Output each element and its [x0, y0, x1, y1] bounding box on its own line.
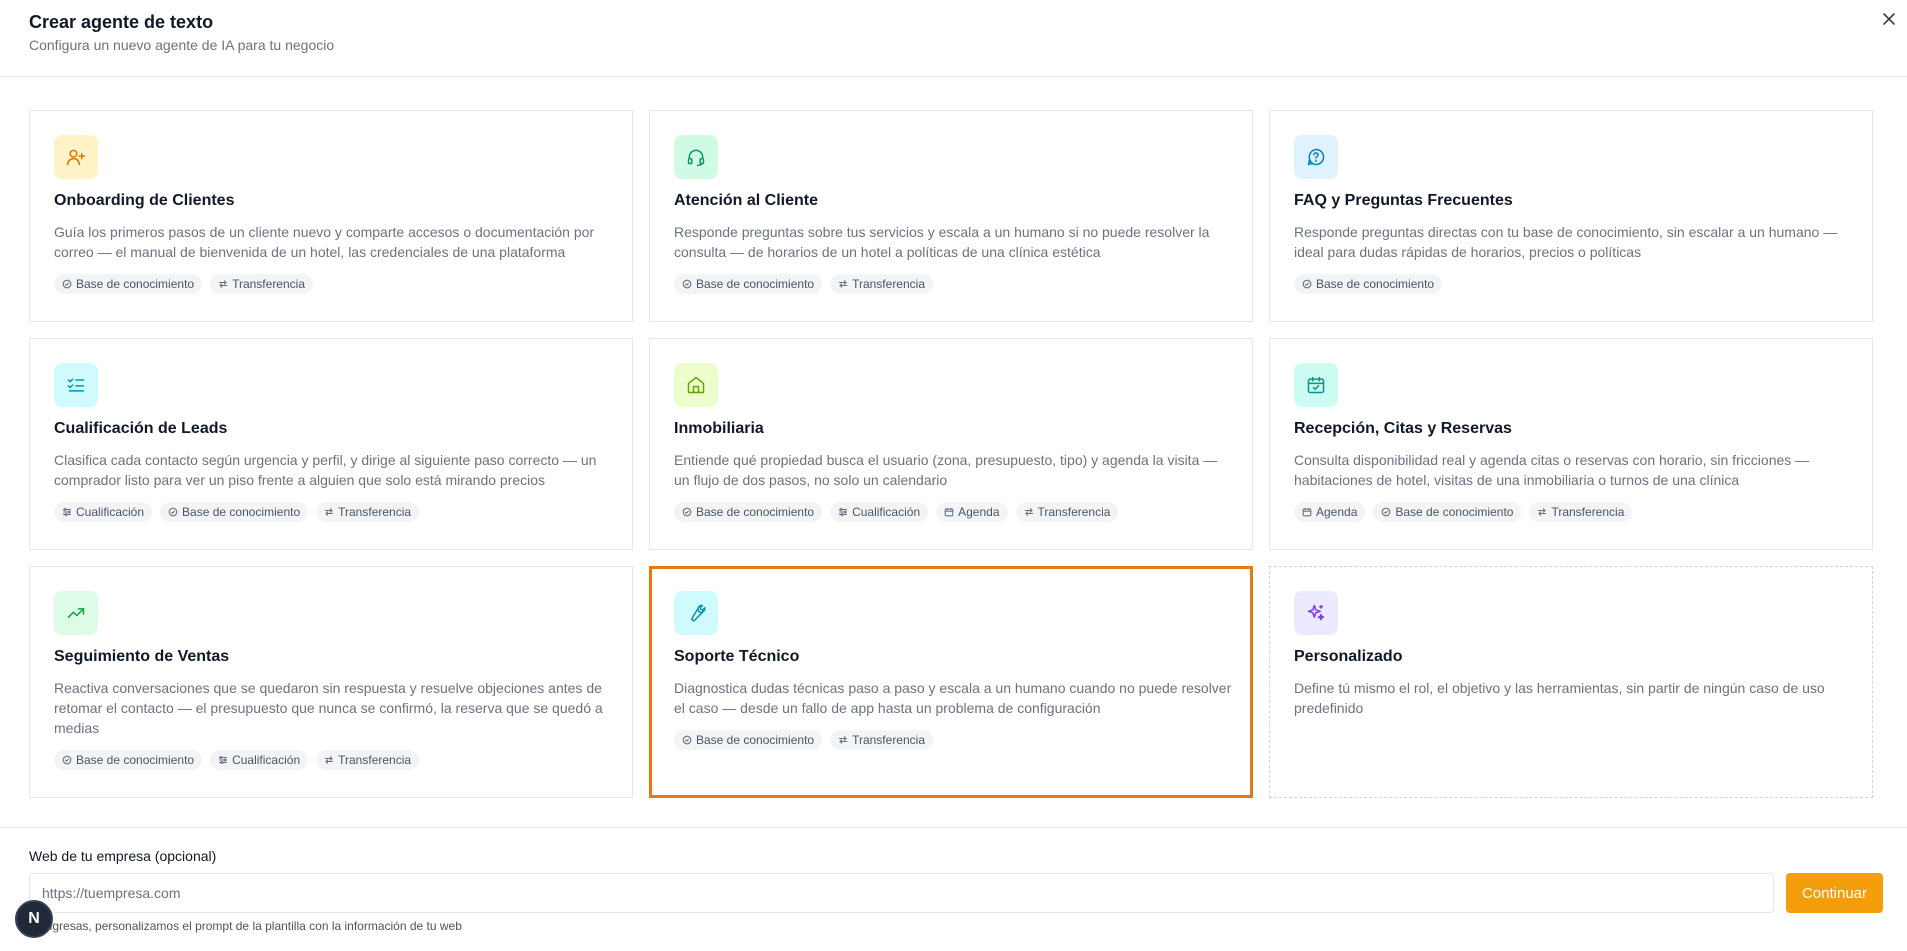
list-checks-icon	[54, 363, 98, 407]
dialog-subtitle: Configura un nuevo agente de IA para tu …	[29, 37, 335, 53]
sliders-icon	[838, 507, 848, 517]
tag-transfer: Transferencia	[830, 274, 933, 294]
shield-check-icon	[168, 507, 178, 517]
dialog-header: Crear agente de texto Configura un nuevo…	[0, 0, 1907, 77]
card-tags: Base de conocimiento	[1294, 274, 1848, 294]
card-title: Atención al Cliente	[674, 192, 819, 209]
web-label: Web de tu empresa (opcional)	[29, 848, 217, 864]
close-button[interactable]	[1878, 8, 1900, 30]
dialog-title: Crear agente de texto	[29, 12, 214, 32]
arrows-swap-icon	[324, 755, 334, 765]
home-icon	[674, 363, 718, 407]
sliders-icon	[62, 507, 72, 517]
tag-transfer: Transferencia	[1015, 502, 1119, 522]
card-description: Entiende qué propiedad busca el usuario …	[674, 452, 1218, 488]
card-title: Onboarding de Clientes	[54, 192, 235, 209]
shield-check-icon	[1381, 507, 1391, 517]
template-card-custom[interactable]: Personalizado Define tú mismo el rol, el…	[1269, 566, 1873, 798]
card-description: Clasifica cada contacto según urgencia y…	[54, 452, 597, 488]
shield-check-icon	[682, 735, 692, 745]
tag-knowledge-base: Base de conocimiento	[1373, 502, 1522, 522]
wrench-icon	[674, 591, 718, 635]
arrows-swap-icon	[1537, 507, 1547, 517]
shield-check-icon	[682, 279, 692, 289]
card-description: Responde preguntas directas con tu base …	[1294, 224, 1838, 260]
tag-agenda: Agenda	[1294, 502, 1366, 522]
template-card-sales-followup[interactable]: Seguimiento de Ventas Reactiva conversac…	[29, 566, 633, 798]
card-description: Guía los primeros pasos de un cliente nu…	[54, 224, 595, 260]
tag-transfer: Transferencia	[830, 730, 933, 750]
shield-check-icon	[62, 279, 72, 289]
card-title: Recepción, Citas y Reservas	[1294, 420, 1512, 437]
card-tags: Base de conocimiento Cualificación Trans…	[54, 750, 608, 770]
trending-up-icon	[54, 591, 98, 635]
continue-button[interactable]: Continuar	[1786, 873, 1883, 913]
card-tags: Cualificación Base de conocimiento Trans…	[54, 502, 608, 522]
template-card-customer-service[interactable]: Atención al Cliente Responde preguntas s…	[649, 110, 1253, 322]
card-title: Seguimiento de Ventas	[54, 648, 230, 665]
card-tags: Agenda Base de conocimiento Transferenci…	[1294, 502, 1848, 522]
tag-knowledge-base: Base de conocimiento	[54, 750, 203, 770]
card-title: Personalizado	[1294, 648, 1403, 665]
arrows-swap-icon	[218, 279, 228, 289]
tag-transfer: Transferencia	[316, 750, 420, 770]
web-url-input[interactable]	[29, 873, 1774, 913]
calendar-icon	[1302, 507, 1312, 517]
card-tags: Base de conocimiento Cualificación Agend…	[674, 502, 1228, 522]
card-description: Consulta disponibilidad real y agenda ci…	[1294, 452, 1810, 488]
tag-qualification: Cualificación	[210, 750, 309, 770]
tag-qualification: Cualificación	[54, 502, 153, 522]
template-card-faq[interactable]: FAQ y Preguntas Frecuentes Responde preg…	[1269, 110, 1873, 322]
web-hint: Si ingresas, personalizamos el prompt de…	[29, 919, 462, 933]
headset-icon	[674, 135, 718, 179]
calendar-icon	[944, 507, 954, 517]
tag-knowledge-base: Base de conocimiento	[674, 730, 823, 750]
template-card-onboarding[interactable]: Onboarding de Clientes Guía los primeros…	[29, 110, 633, 322]
help-circle-icon	[1294, 135, 1338, 179]
card-description: Responde preguntas sobre tus servicios y…	[674, 224, 1210, 260]
card-description: Define tú mismo el rol, el objetivo y la…	[1294, 680, 1825, 716]
template-card-lead-qualification[interactable]: Cualificación de Leads Clasifica cada co…	[29, 338, 633, 550]
tag-transfer: Transferencia	[316, 502, 420, 522]
template-card-tech-support[interactable]: Soporte Técnico Diagnostica dudas técnic…	[649, 566, 1253, 798]
tag-agenda: Agenda	[936, 502, 1008, 522]
template-card-reception[interactable]: Recepción, Citas y Reservas Consulta dis…	[1269, 338, 1873, 550]
user-plus-icon	[54, 135, 98, 179]
calendar-check-icon	[1294, 363, 1338, 407]
card-tags: Base de conocimiento Transferencia	[54, 274, 608, 294]
sliders-icon	[218, 755, 228, 765]
tag-qualification: Cualificación	[830, 502, 929, 522]
arrows-swap-icon	[1024, 507, 1034, 517]
card-description: Diagnostica dudas técnicas paso a paso y…	[674, 680, 1232, 716]
shield-check-icon	[682, 507, 692, 517]
close-icon	[1883, 13, 1895, 25]
sparkles-icon	[1294, 591, 1338, 635]
tag-transfer: Transferencia	[1529, 502, 1633, 522]
card-title: FAQ y Preguntas Frecuentes	[1294, 192, 1513, 209]
arrows-swap-icon	[838, 279, 848, 289]
tag-transfer: Transferencia	[210, 274, 313, 294]
card-tags: Base de conocimiento Transferencia	[674, 730, 1228, 750]
card-title: Soporte Técnico	[674, 648, 800, 665]
tag-knowledge-base: Base de conocimiento	[1294, 274, 1443, 294]
shield-check-icon	[62, 755, 72, 765]
tag-knowledge-base: Base de conocimiento	[54, 274, 203, 294]
arrows-swap-icon	[324, 507, 334, 517]
n-logo-badge[interactable]: N	[15, 900, 53, 938]
shield-check-icon	[1302, 279, 1312, 289]
card-title: Cualificación de Leads	[54, 420, 228, 437]
card-tags: Base de conocimiento Transferencia	[674, 274, 1228, 294]
tag-knowledge-base: Base de conocimiento	[674, 274, 823, 294]
template-card-real-estate[interactable]: Inmobiliaria Entiende qué propiedad busc…	[649, 338, 1253, 550]
arrows-swap-icon	[838, 735, 848, 745]
template-grid: Onboarding de Clientes Guía los primeros…	[29, 110, 1873, 798]
tag-knowledge-base: Base de conocimiento	[160, 502, 309, 522]
card-title: Inmobiliaria	[674, 420, 764, 437]
card-description: Reactiva conversaciones que se quedaron …	[54, 680, 603, 736]
tag-knowledge-base: Base de conocimiento	[674, 502, 823, 522]
